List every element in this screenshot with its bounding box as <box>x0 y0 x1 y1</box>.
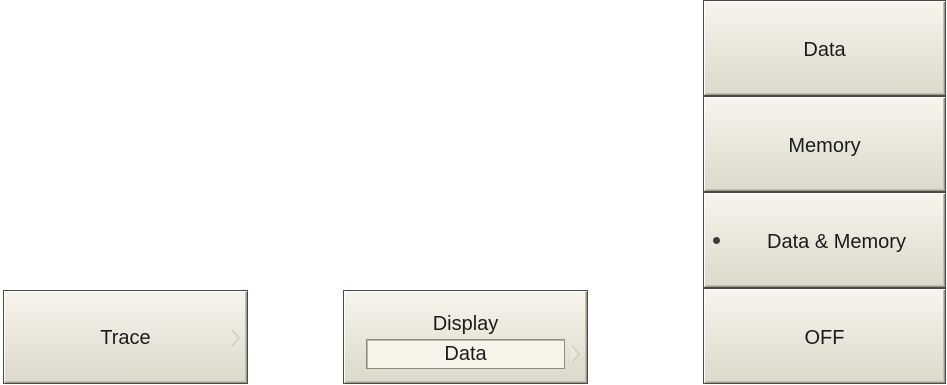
menu-item-memory-label: Memory <box>788 135 861 157</box>
submenu-arrow-icon <box>231 329 240 347</box>
menu-item-off-label: OFF <box>804 327 845 349</box>
menu-item-data-label: Data <box>803 39 846 61</box>
submenu-arrow-icon <box>571 345 580 363</box>
display-value-box: Data <box>366 339 565 369</box>
menu-item-data[interactable]: Data <box>703 0 946 96</box>
display-softkey-label: Display <box>432 313 499 335</box>
display-softkey[interactable]: Display Data <box>343 290 588 384</box>
trace-softkey-label: Trace <box>100 327 151 349</box>
menu-item-data-and-memory-label: Data & Memory <box>767 231 906 253</box>
trace-softkey[interactable]: Trace <box>3 290 248 384</box>
menu-item-memory[interactable]: Memory <box>703 96 946 192</box>
menu-item-off[interactable]: OFF <box>703 288 946 384</box>
menu-item-data-and-memory[interactable]: Data & Memory <box>703 192 946 288</box>
selected-radio-dot-icon <box>713 237 720 244</box>
